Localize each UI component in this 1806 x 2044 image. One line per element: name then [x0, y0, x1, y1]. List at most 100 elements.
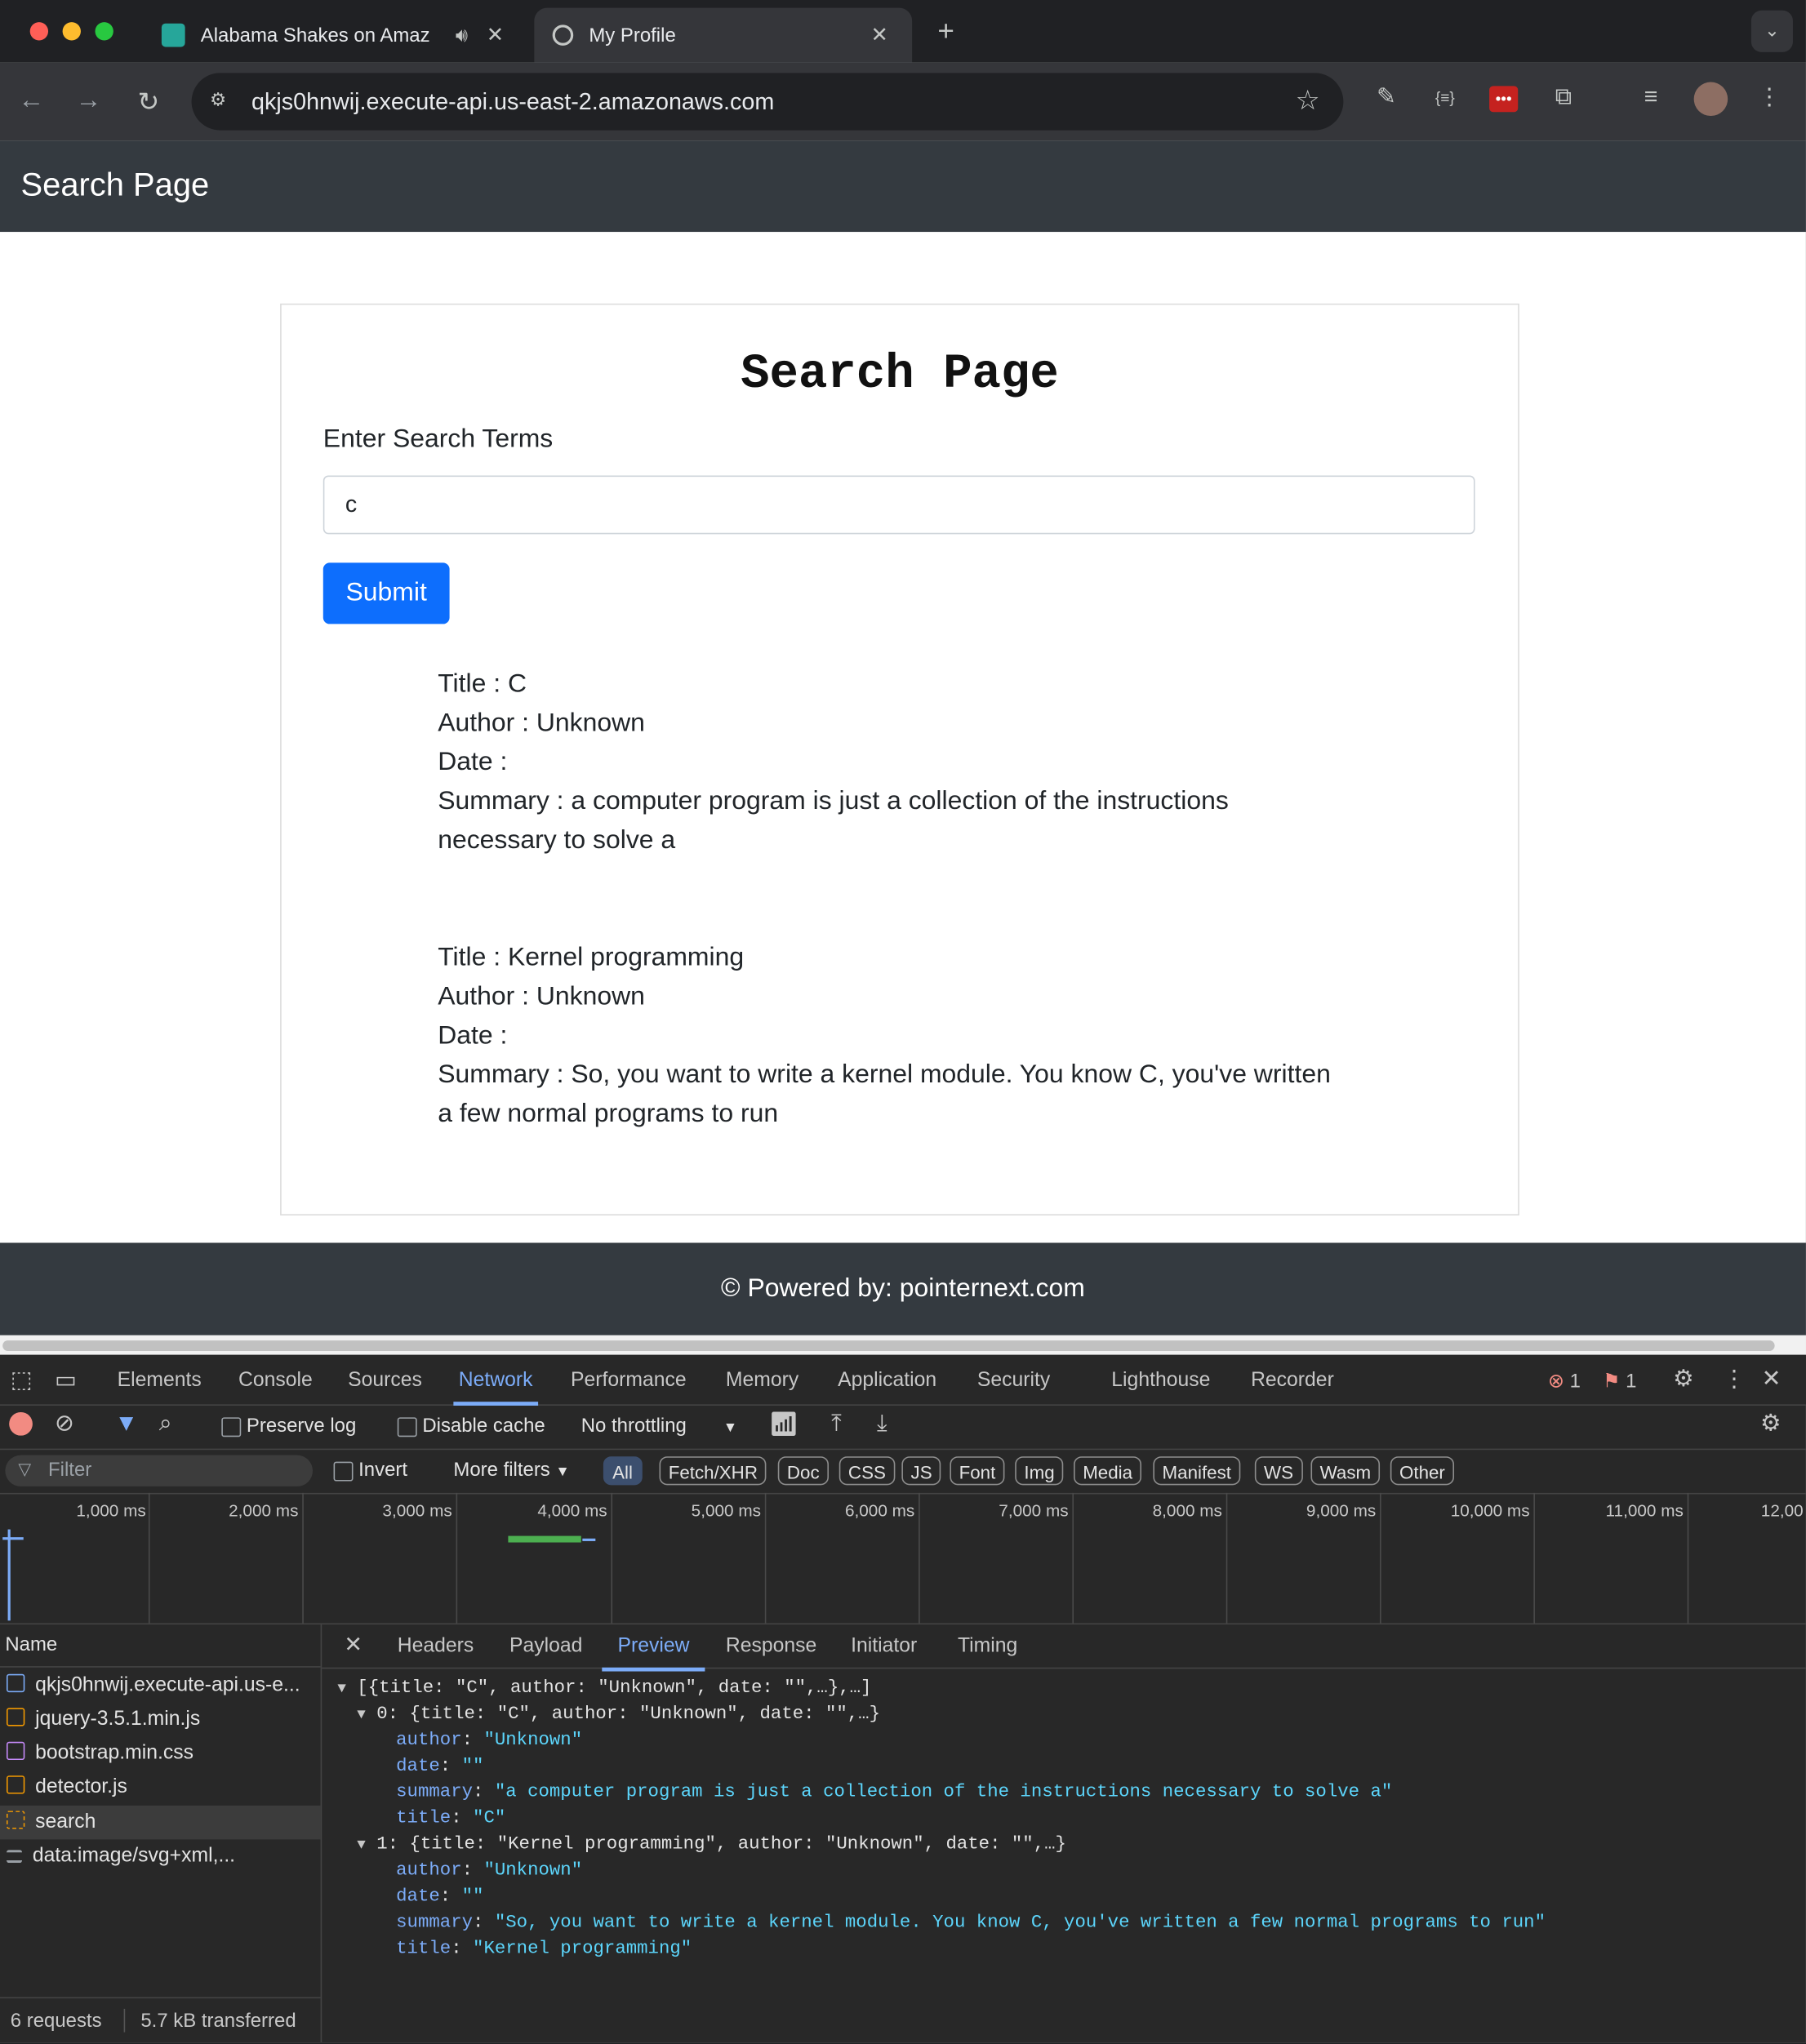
tab-sources[interactable]: Sources [348, 1369, 422, 1393]
filter-funnel-icon[interactable]: ▼ [114, 1410, 137, 1437]
type-filter-wasm[interactable]: Wasm [1310, 1456, 1381, 1486]
settings-gear-icon[interactable]: ⚙ [1673, 1366, 1694, 1393]
close-window-button[interactable] [29, 22, 49, 41]
request-row[interactable]: jquery-3.5.1.min.js [0, 1703, 321, 1736]
tab-headers[interactable]: Headers [398, 1635, 474, 1659]
device-toolbar-icon[interactable]: ▭ [55, 1366, 77, 1394]
type-filter-font[interactable]: Font [950, 1456, 1005, 1486]
profile-avatar[interactable] [1693, 82, 1728, 117]
network-conditions-icon[interactable]: 📶︎ [769, 1411, 798, 1438]
request-row-selected[interactable]: search [0, 1805, 321, 1840]
type-filter-all[interactable]: All [603, 1456, 643, 1486]
name-column-header[interactable]: Name [0, 1623, 321, 1668]
request-row[interactable]: qkjs0hnwij.execute-api.us-e... [0, 1669, 321, 1702]
json-value: "C" [473, 1808, 506, 1829]
devtools-menu-icon[interactable]: ⋮ [1723, 1366, 1746, 1393]
expand-triangle-icon[interactable]: ▼ [357, 1708, 366, 1723]
request-row[interactable]: bootstrap.min.css [0, 1736, 321, 1770]
network-overview-timeline[interactable]: 1,000 ms 2,000 ms 3,000 ms 4,000 ms 5,00… [0, 1492, 1806, 1625]
tab-payload[interactable]: Payload [509, 1635, 582, 1659]
invert-label: Invert [358, 1459, 408, 1482]
expand-triangle-icon[interactable]: ▼ [357, 1838, 366, 1854]
export-har-icon[interactable]: ⤓ [877, 1410, 887, 1437]
clear-icon[interactable]: ⊘ [55, 1410, 74, 1437]
address-bar[interactable]: ⚙ qkjs0hnwij.execute-api.us-east-2.amazo… [191, 73, 1344, 131]
tab-memory[interactable]: Memory [726, 1369, 798, 1393]
close-tab-icon[interactable]: ✕ [481, 22, 509, 48]
type-filter-js[interactable]: JS [901, 1456, 941, 1486]
throttling-select[interactable]: No throttling ▼ [581, 1415, 737, 1437]
horizontal-scrollbar[interactable] [0, 1335, 1806, 1355]
close-devtools-icon[interactable]: ✕ [1762, 1366, 1782, 1393]
tab-timing[interactable]: Timing [958, 1635, 1017, 1659]
tab-search-button[interactable]: ⌄ [1750, 10, 1793, 52]
type-filter-fetch-xhr[interactable]: Fetch/XHR [659, 1456, 767, 1486]
errors-counter[interactable]: ⊗ 1 [1548, 1369, 1581, 1393]
network-settings-icon[interactable]: ⚙ [1760, 1410, 1782, 1437]
json-array-item[interactable]: ▼ 0: {title: "C", author: "Unknown", dat… [357, 1701, 880, 1729]
type-filter-doc[interactable]: Doc [777, 1456, 829, 1486]
disable-cache-checkbox[interactable]: Disable cache [397, 1415, 545, 1437]
tab-lighthouse[interactable]: Lighthouse [1111, 1369, 1210, 1393]
timeline-tick-label: 3,000 ms [382, 1500, 452, 1521]
close-tab-icon[interactable]: ✕ [865, 22, 894, 48]
tab-network[interactable]: Network [453, 1369, 538, 1406]
media-controls-icon[interactable]: ≡ [1635, 83, 1666, 114]
type-filter-img[interactable]: Img [1015, 1456, 1064, 1486]
minimize-window-button[interactable] [62, 22, 81, 41]
checkbox[interactable] [397, 1416, 417, 1437]
request-row[interactable]: detector.js [0, 1771, 321, 1804]
tab-elements[interactable]: Elements [118, 1369, 202, 1393]
close-detail-icon[interactable]: ✕ [344, 1633, 363, 1659]
tab-response[interactable]: Response [726, 1635, 816, 1659]
expand-triangle-icon[interactable]: ▼ [337, 1682, 346, 1697]
request-row[interactable]: data:image/svg+xml,... [0, 1839, 321, 1873]
tab-console[interactable]: Console [238, 1369, 313, 1393]
checkbox[interactable] [221, 1416, 242, 1437]
scrollbar-thumb[interactable] [2, 1340, 1775, 1351]
forward-button[interactable]: → [72, 86, 105, 116]
password-manager-extension-icon[interactable]: ••• [1489, 86, 1519, 113]
checkbox[interactable] [333, 1460, 354, 1481]
json-extension-icon[interactable]: {≡} [1430, 89, 1461, 120]
tab-performance[interactable]: Performance [571, 1369, 687, 1393]
json-root-node[interactable]: ▼ [{title: "C", author: "Unknown", date:… [337, 1675, 871, 1703]
tab-recorder[interactable]: Recorder [1251, 1369, 1334, 1393]
inspect-element-icon[interactable]: ⬚ [11, 1366, 33, 1394]
extensions-puzzle-icon[interactable]: ⧉ [1548, 83, 1579, 114]
back-button[interactable]: ← [15, 86, 48, 116]
tab-initiator[interactable]: Initiator [851, 1635, 917, 1659]
tab-my-profile[interactable]: My Profile ✕ [534, 7, 913, 63]
search-input[interactable] [322, 475, 1475, 535]
filter-input[interactable]: ▽ Filter [5, 1455, 314, 1486]
site-info-icon[interactable]: ⚙ [210, 89, 236, 115]
tab-alabama-shakes[interactable]: Alabama Shakes on Amaz 🔊︎ ✕ [144, 8, 528, 63]
type-filter-ws[interactable]: WS [1254, 1456, 1303, 1486]
json-array-item[interactable]: ▼ 1: {title: "Kernel programming", autho… [357, 1832, 1066, 1860]
stop-recording-icon[interactable] [9, 1411, 33, 1436]
type-filter-other[interactable]: Other [1390, 1456, 1455, 1486]
tab-security[interactable]: Security [977, 1369, 1050, 1393]
submit-button[interactable]: Submit [322, 562, 450, 624]
type-filter-manifest[interactable]: Manifest [1153, 1456, 1241, 1486]
import-har-icon[interactable]: ⤒ [831, 1410, 842, 1437]
preserve-log-checkbox[interactable]: Preserve log [221, 1415, 356, 1437]
new-tab-button[interactable]: + [930, 15, 961, 48]
eyedropper-extension-icon[interactable]: ✎ [1371, 83, 1402, 114]
invert-checkbox[interactable]: Invert [333, 1459, 408, 1482]
reload-button[interactable]: ↻ [131, 86, 165, 118]
search-icon[interactable]: ⌕ [159, 1410, 172, 1437]
tab-preview[interactable]: Preview [602, 1635, 705, 1672]
url-text[interactable]: qkjs0hnwij.execute-api.us-east-2.amazona… [251, 89, 774, 117]
bookmark-star-icon[interactable]: ☆ [1296, 85, 1320, 118]
type-filter-css[interactable]: CSS [838, 1456, 896, 1486]
type-filter-media[interactable]: Media [1074, 1456, 1142, 1486]
more-filters-dropdown[interactable]: More filters ▼ [453, 1459, 569, 1481]
timeline-gridline [302, 1492, 304, 1624]
speaker-icon[interactable]: 🔊︎ [456, 24, 468, 47]
zoom-window-button[interactable] [95, 22, 113, 41]
navbar-brand[interactable]: Search Page [21, 167, 210, 204]
tab-application[interactable]: Application [838, 1369, 936, 1393]
issues-counter[interactable]: ⚑ 1 [1603, 1369, 1636, 1393]
browser-menu-icon[interactable]: ⋮ [1754, 83, 1785, 114]
